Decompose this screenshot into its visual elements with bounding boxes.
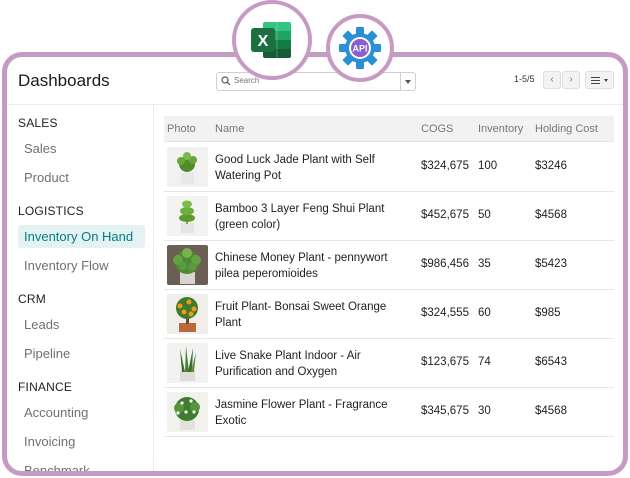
holding-cost-value: $4568 [535, 209, 567, 221]
product-photo [167, 294, 208, 334]
product-name: Live Snake Plant Indoor - Air Purificati… [215, 350, 361, 378]
view-switcher-button[interactable] [585, 71, 614, 89]
table-row[interactable]: Chinese Money Plant - pennywort pilea pe… [164, 241, 614, 290]
sidebar-item-leads[interactable]: Leads [18, 313, 59, 336]
table-row[interactable]: Good Luck Jade Plant with Self Watering … [164, 143, 614, 192]
sidebar-item-invoicing[interactable]: Invoicing [18, 430, 75, 453]
sidebar-item-pipeline[interactable]: Pipeline [18, 342, 70, 365]
control-panel: Dashboards Search 1-5/5 ‹ › [7, 57, 623, 105]
inventory-value: 30 [478, 405, 491, 417]
table-row[interactable]: Jasmine Flower Plant - Fragrance Exotic … [164, 388, 614, 437]
inventory-value: 74 [478, 356, 491, 368]
sidebar-item-sales[interactable]: Sales [18, 137, 57, 160]
search-icon [221, 76, 231, 86]
page-title: Dashboards [18, 71, 110, 90]
sidebar-item-benchmark[interactable]: Benchmark [18, 459, 90, 471]
pager-previous-button[interactable]: ‹ [543, 71, 561, 89]
inventory-value: 35 [478, 258, 491, 270]
pager-next-button[interactable]: › [562, 71, 580, 89]
cogs-value: $324,555 [421, 307, 469, 319]
api-gear-icon: API [339, 27, 381, 69]
holding-cost-value: $5423 [535, 258, 567, 270]
holding-cost-value: $3246 [535, 160, 567, 172]
product-name: Chinese Money Plant - pennywort pilea pe… [215, 252, 388, 280]
sidebar: SALES Sales Product LOGISTICS Inventory … [7, 105, 154, 471]
product-photo [167, 392, 208, 432]
column-header-name[interactable]: Name [215, 123, 244, 135]
column-header-cogs[interactable]: COGS [421, 123, 453, 135]
cogs-value: $345,675 [421, 405, 469, 417]
sidebar-item-inventory-on-hand[interactable]: Inventory On Hand [18, 225, 145, 248]
sidebar-item-product[interactable]: Product [18, 166, 69, 189]
inventory-value: 60 [478, 307, 491, 319]
product-name: Fruit Plant- Bonsai Sweet Orange Plant [215, 301, 387, 329]
sidebar-item-inventory-flow[interactable]: Inventory Flow [18, 254, 109, 277]
table-row[interactable]: Bamboo 3 Layer Feng Shui Plant (green co… [164, 192, 614, 241]
column-header-holding-cost[interactable]: Holding Cost [535, 123, 598, 135]
inventory-value: 100 [478, 160, 498, 172]
table-header: Photo Name COGS Inventory Holding Cost [164, 116, 614, 142]
cogs-value: $986,456 [421, 258, 469, 270]
table-row[interactable]: Fruit Plant- Bonsai Sweet Orange Plant $… [164, 290, 614, 339]
product-photo [167, 343, 208, 383]
search-placeholder: Search [234, 76, 260, 85]
column-header-photo[interactable]: Photo [167, 123, 196, 135]
inventory-value: 50 [478, 209, 491, 221]
sidebar-item-accounting[interactable]: Accounting [18, 401, 88, 424]
sidebar-section-logistics: LOGISTICS [18, 204, 84, 218]
product-name: Jasmine Flower Plant - Fragrance Exotic [215, 399, 388, 427]
product-photo [167, 147, 208, 187]
sidebar-section-finance: FINANCE [18, 380, 73, 394]
holding-cost-value: $4568 [535, 405, 567, 417]
search-options-toggle[interactable] [400, 73, 415, 90]
excel-icon: X [251, 22, 291, 58]
product-name: Good Luck Jade Plant with Self Watering … [215, 154, 375, 182]
excel-integration-badge: X [232, 0, 312, 80]
dashboard-window: Dashboards Search 1-5/5 ‹ › SALES Sales … [2, 52, 628, 476]
api-label: API [352, 44, 367, 54]
api-integration-badge: API [326, 14, 394, 82]
product-photo [167, 245, 208, 285]
sidebar-section-sales: SALES [18, 116, 58, 130]
excel-letter: X [258, 33, 269, 50]
pager-value[interactable]: 1-5/5 [514, 74, 535, 84]
holding-cost-value: $985 [535, 307, 561, 319]
caret-down-icon [604, 79, 608, 82]
table-row[interactable]: Live Snake Plant Indoor - Air Purificati… [164, 339, 614, 388]
cogs-value: $123,675 [421, 356, 469, 368]
cogs-value: $324,675 [421, 160, 469, 172]
product-photo [167, 196, 208, 236]
list-view-icon [591, 77, 600, 84]
holding-cost-value: $6543 [535, 356, 567, 368]
cogs-value: $452,675 [421, 209, 469, 221]
sidebar-section-crm: CRM [18, 292, 46, 306]
product-name: Bamboo 3 Layer Feng Shui Plant (green co… [215, 203, 385, 231]
column-header-inventory[interactable]: Inventory [478, 123, 523, 135]
caret-down-icon [405, 80, 411, 84]
